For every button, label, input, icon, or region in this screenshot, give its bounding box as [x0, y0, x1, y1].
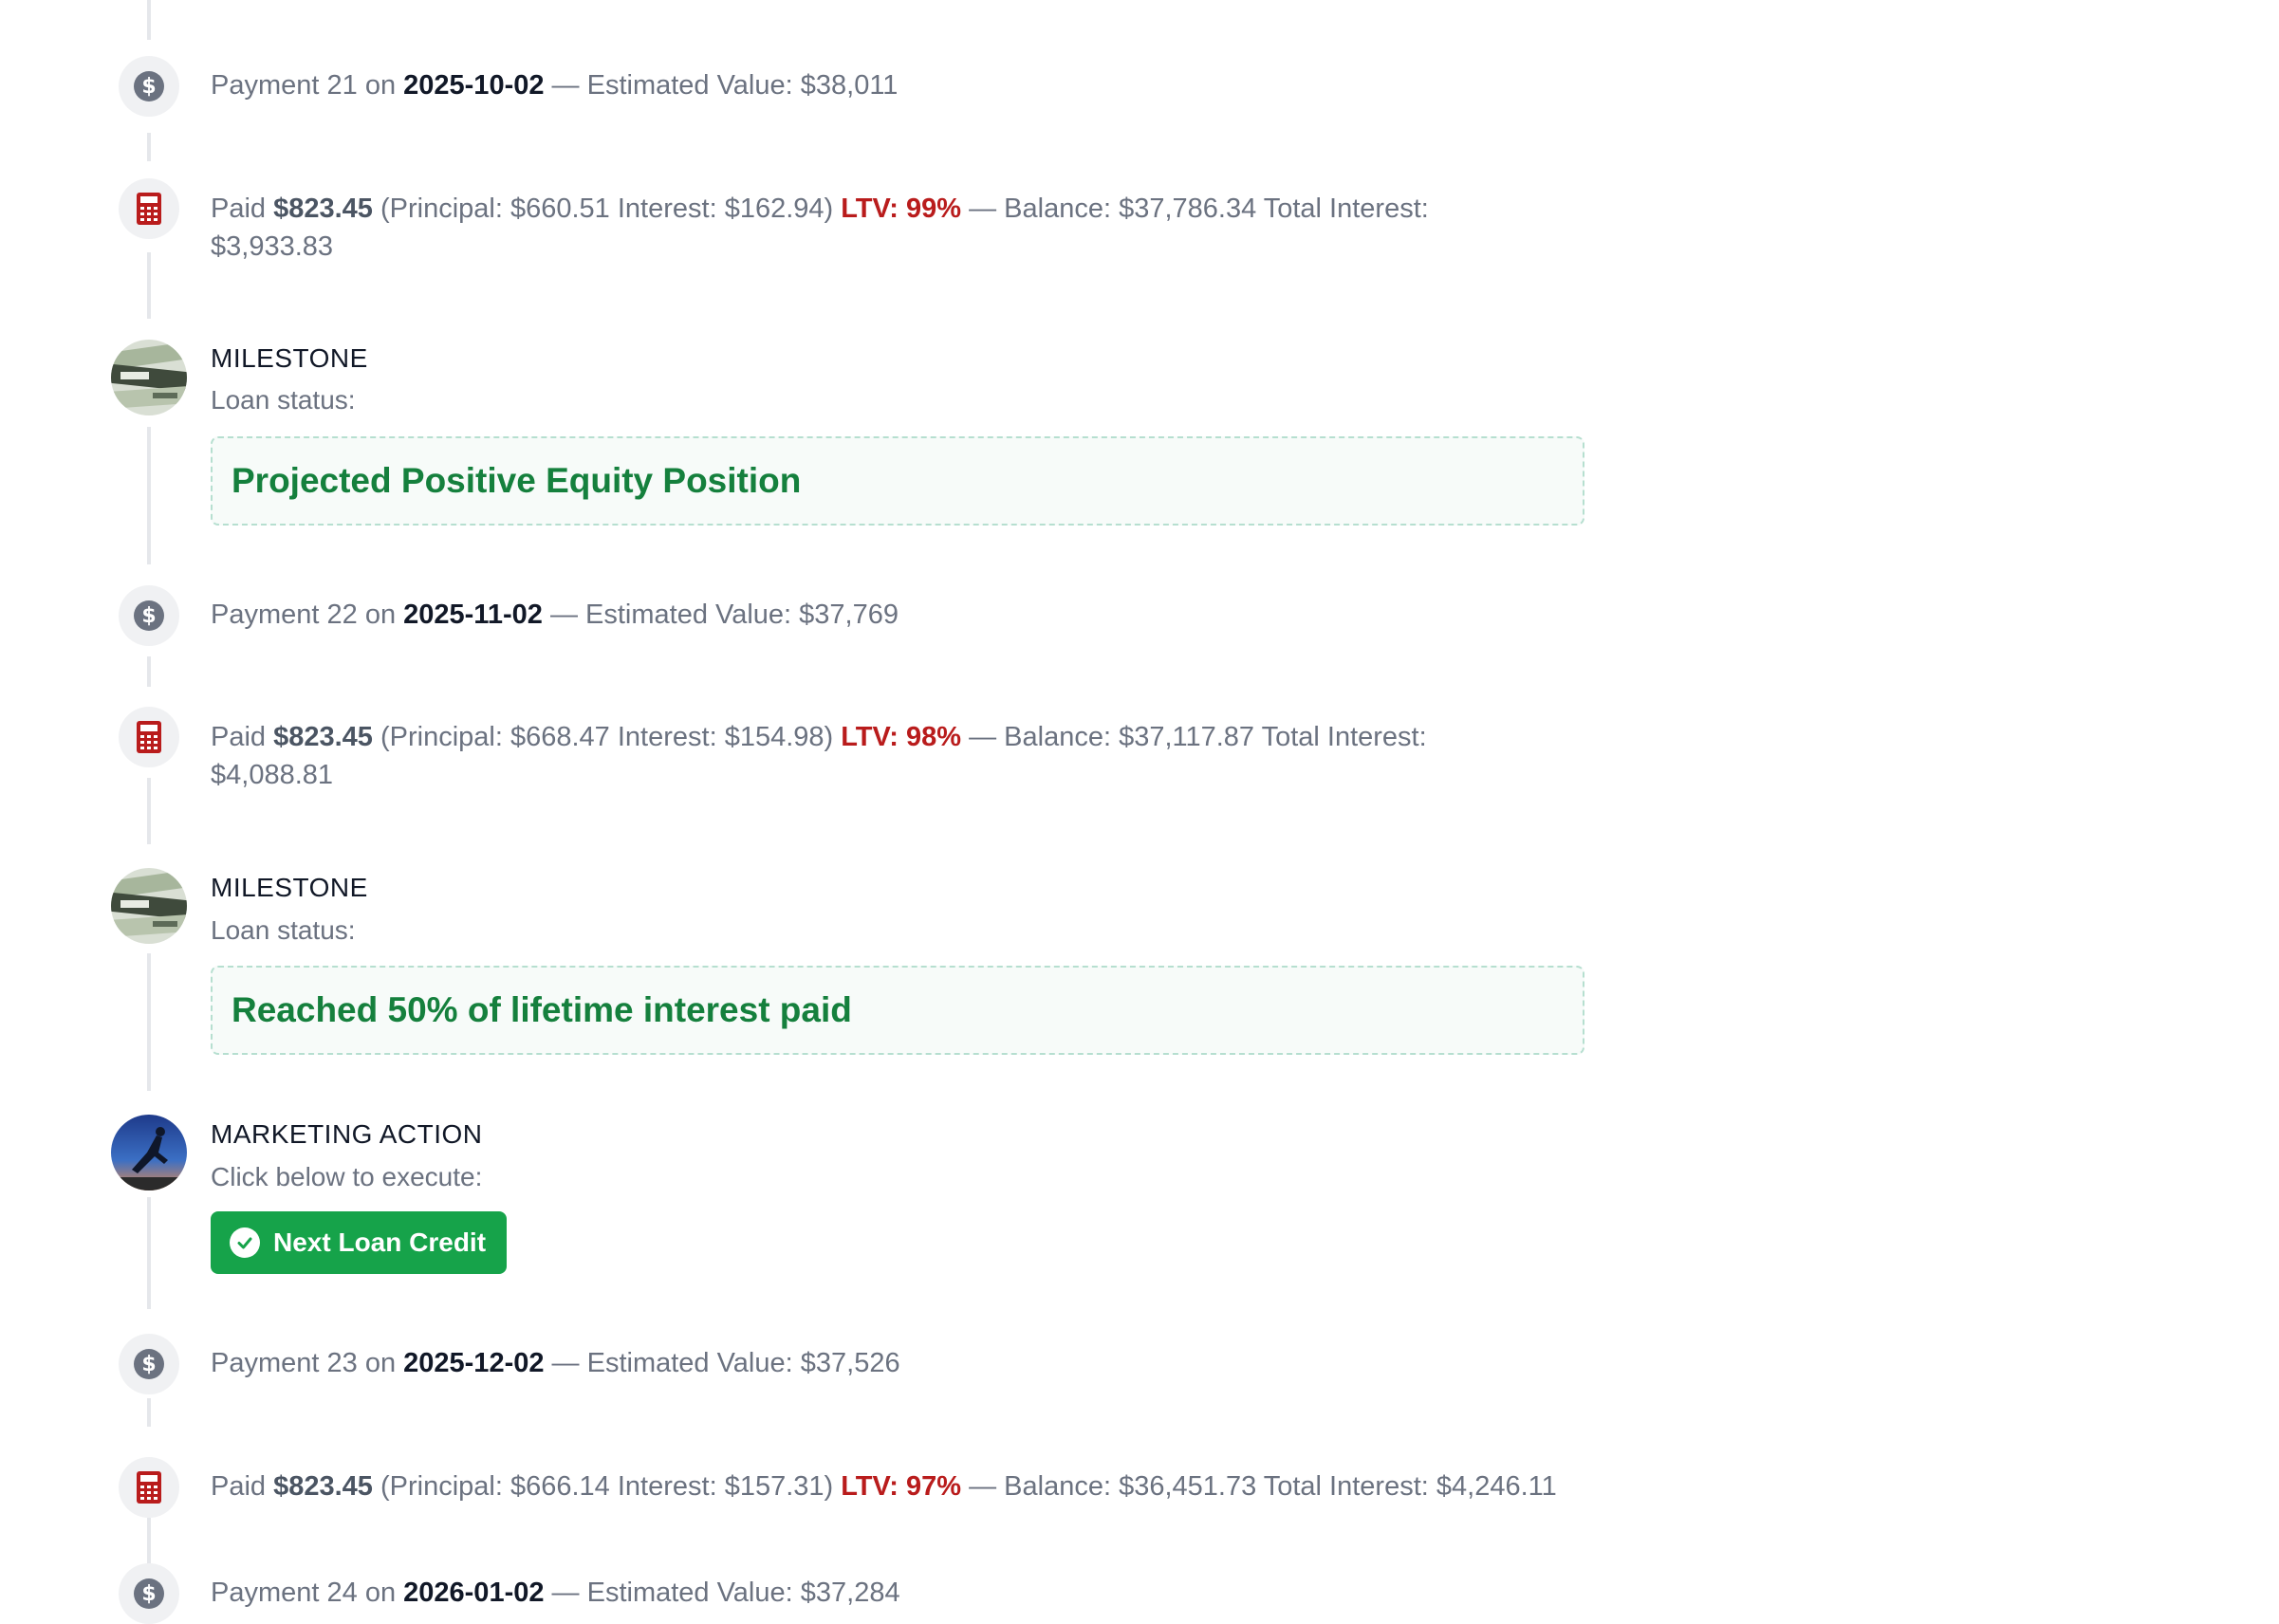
- timeline-connector: [147, 252, 151, 319]
- estimated-value: $37,526: [800, 1348, 900, 1378]
- svg-text:$: $: [141, 1582, 156, 1606]
- loan-status-text: Reached 50% of lifetime interest paid: [232, 990, 852, 1029]
- button-label: Next Loan Credit: [273, 1227, 487, 1257]
- timeline-connector: [147, 1398, 151, 1427]
- payment-detail-21: Paid $823.45 (Principal: $660.51 Interes…: [211, 190, 1482, 266]
- payment-label: Payment 24 on: [211, 1578, 397, 1608]
- dollar-icon: $: [119, 56, 179, 117]
- timeline-connector: [147, 1197, 151, 1309]
- timeline-connector: [147, 656, 151, 687]
- payment-date: 2025-10-02: [403, 70, 545, 101]
- event-type-title: MILESTONE: [211, 873, 368, 902]
- svg-text:$: $: [141, 604, 156, 628]
- event-type-title: MARKETING ACTION: [211, 1119, 483, 1149]
- money-avatar: [111, 868, 187, 944]
- payment-event-21: Payment 21 on 2025-10-02 — Estimated Val…: [211, 66, 898, 104]
- estimated-value: $37,769: [799, 600, 899, 630]
- estimated-value: $37,284: [800, 1578, 900, 1608]
- payment-event-24: Payment 24 on 2026-01-02 — Estimated Val…: [211, 1574, 900, 1612]
- calculator-icon: [119, 707, 179, 767]
- estimated-value: $38,011: [800, 70, 899, 101]
- payment-label: Payment 23 on: [211, 1348, 397, 1378]
- estimated-value-label: — Estimated Value:: [551, 1578, 793, 1608]
- payment-event-23: Payment 23 on 2025-12-02 — Estimated Val…: [211, 1344, 900, 1382]
- paid-amount: $823.45: [273, 722, 373, 752]
- payment-event-22: Payment 22 on 2025-11-02 — Estimated Val…: [211, 596, 899, 634]
- event-subtitle: Click below to execute:: [211, 1162, 483, 1191]
- event-type-title: MILESTONE: [211, 343, 368, 373]
- paid-label: Paid: [211, 722, 267, 752]
- check-circle-icon: [230, 1227, 260, 1258]
- payment-date: 2025-11-02: [403, 600, 543, 630]
- payment-date: 2026-01-02: [403, 1578, 545, 1608]
- event-subtitle: Loan status:: [211, 385, 356, 415]
- jumper-avatar: [111, 1115, 187, 1190]
- principal-interest: (Principal: $660.51 Interest: $162.94): [380, 194, 834, 224]
- paid-label: Paid: [211, 194, 267, 224]
- ltv-value: LTV: 98%: [841, 722, 962, 752]
- svg-text:$: $: [141, 75, 156, 99]
- estimated-value-label: — Estimated Value:: [549, 600, 792, 630]
- timeline-connector: [147, 427, 151, 564]
- paid-label: Paid: [211, 1471, 267, 1502]
- timeline-connector: [147, 778, 151, 844]
- event-subtitle: Loan status:: [211, 915, 356, 945]
- payment-detail-23: Paid $823.45 (Principal: $666.14 Interes…: [211, 1467, 1557, 1505]
- loan-timeline: $ Payment 21 on 2025-10-02 — Estimated V…: [0, 0, 2279, 1624]
- loan-status-text: Projected Positive Equity Position: [232, 461, 802, 500]
- timeline-connector: [147, 953, 151, 1091]
- loan-status-box: Projected Positive Equity Position: [211, 436, 1584, 526]
- timeline-connector: [147, 1518, 151, 1565]
- paid-amount: $823.45: [273, 1471, 373, 1502]
- balance-summary: — Balance: $36,451.73 Total Interest: $4…: [969, 1471, 1557, 1502]
- estimated-value-label: — Estimated Value:: [551, 70, 793, 101]
- dollar-icon: $: [119, 1334, 179, 1394]
- estimated-value-label: — Estimated Value:: [551, 1348, 793, 1378]
- principal-interest: (Principal: $666.14 Interest: $157.31): [380, 1471, 834, 1502]
- payment-label: Payment 21 on: [211, 70, 397, 101]
- principal-interest: (Principal: $668.47 Interest: $154.98): [380, 722, 834, 752]
- next-loan-credit-button[interactable]: Next Loan Credit: [211, 1211, 508, 1274]
- money-avatar: [111, 340, 187, 415]
- svg-text:$: $: [141, 1353, 156, 1376]
- timeline-connector: [147, 133, 151, 161]
- dollar-icon: $: [119, 585, 179, 646]
- calculator-icon: [119, 178, 179, 239]
- calculator-icon: [119, 1457, 179, 1518]
- payment-date: 2025-12-02: [403, 1348, 545, 1378]
- payment-detail-22: Paid $823.45 (Principal: $668.47 Interes…: [211, 718, 1482, 794]
- ltv-value: LTV: 97%: [841, 1471, 962, 1502]
- ltv-value: LTV: 99%: [841, 194, 962, 224]
- paid-amount: $823.45: [273, 194, 373, 224]
- payment-label: Payment 22 on: [211, 600, 397, 630]
- loan-status-box: Reached 50% of lifetime interest paid: [211, 966, 1584, 1055]
- dollar-icon: $: [119, 1563, 179, 1624]
- timeline-connector: [147, 0, 151, 40]
